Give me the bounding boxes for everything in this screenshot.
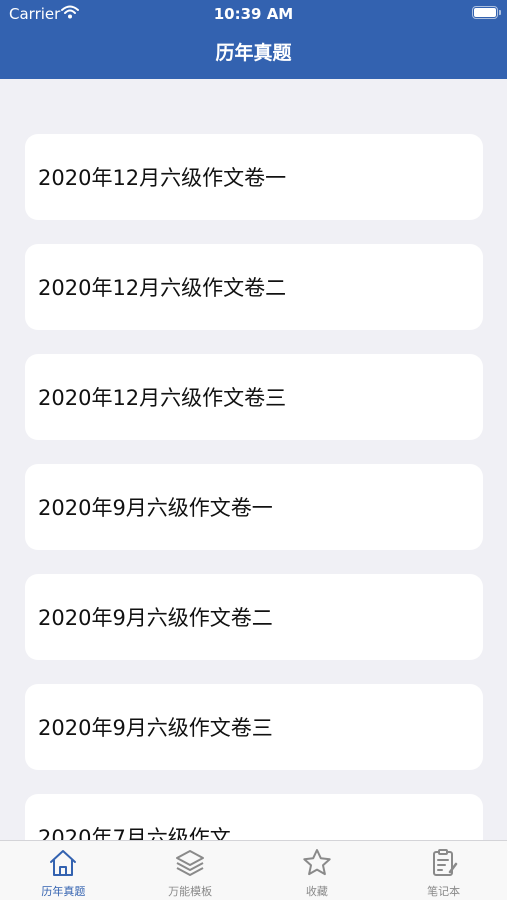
tab-notebook[interactable]: 笔记本 [380, 841, 507, 900]
tab-bar: 历年真题 万能模板 收藏 笔记本 [0, 840, 507, 900]
notebook-icon [432, 849, 457, 876]
tab-label: 万能模板 [168, 885, 213, 898]
list-item[interactable]: 2020年12月六级作文卷三 [25, 354, 483, 440]
status-time: 10:39 AM [213, 5, 294, 23]
list-item-label: 2020年9月六级作文卷一 [38, 496, 273, 520]
list-item[interactable]: 2020年9月六级作文卷二 [25, 574, 483, 660]
list-item[interactable]: 2020年12月六级作文卷一 [25, 134, 483, 220]
list-item[interactable]: 2020年7月六级作文 [25, 794, 483, 840]
list-item[interactable]: 2020年12月六级作文卷二 [25, 244, 483, 330]
list-item-label: 2020年12月六级作文卷一 [38, 166, 287, 190]
tab-label: 笔记本 [427, 885, 461, 898]
status-bar: Carrier 10:39 AM [0, 0, 507, 28]
list-item-label: 2020年9月六级作文卷三 [38, 716, 273, 740]
list-item-label: 2020年12月六级作文卷二 [38, 276, 287, 300]
list-item[interactable]: 2020年9月六级作文卷三 [25, 684, 483, 770]
list-item-label: 2020年9月六级作文卷二 [38, 606, 273, 630]
list-item[interactable]: 2020年9月六级作文卷一 [25, 464, 483, 550]
tab-templates[interactable]: 万能模板 [127, 841, 254, 900]
tab-label: 收藏 [305, 885, 328, 898]
layers-icon [176, 850, 205, 876]
list-item-label: 2020年7月六级作文 [38, 826, 231, 840]
battery-icon [472, 6, 501, 19]
star-icon [303, 849, 331, 876]
page-title: 历年真题 [215, 42, 292, 64]
tab-label: 历年真题 [41, 885, 86, 898]
list-item-label: 2020年12月六级作文卷三 [38, 386, 287, 410]
tab-favorites[interactable]: 收藏 [254, 841, 381, 900]
home-icon [50, 850, 77, 876]
exam-list[interactable]: 2020年12月六级作文卷一 2020年12月六级作文卷二 2020年12月六级… [0, 79, 507, 840]
header-bar: Carrier 10:39 AM 历年真题 [0, 0, 507, 79]
tab-past-exams[interactable]: 历年真题 [0, 841, 127, 900]
